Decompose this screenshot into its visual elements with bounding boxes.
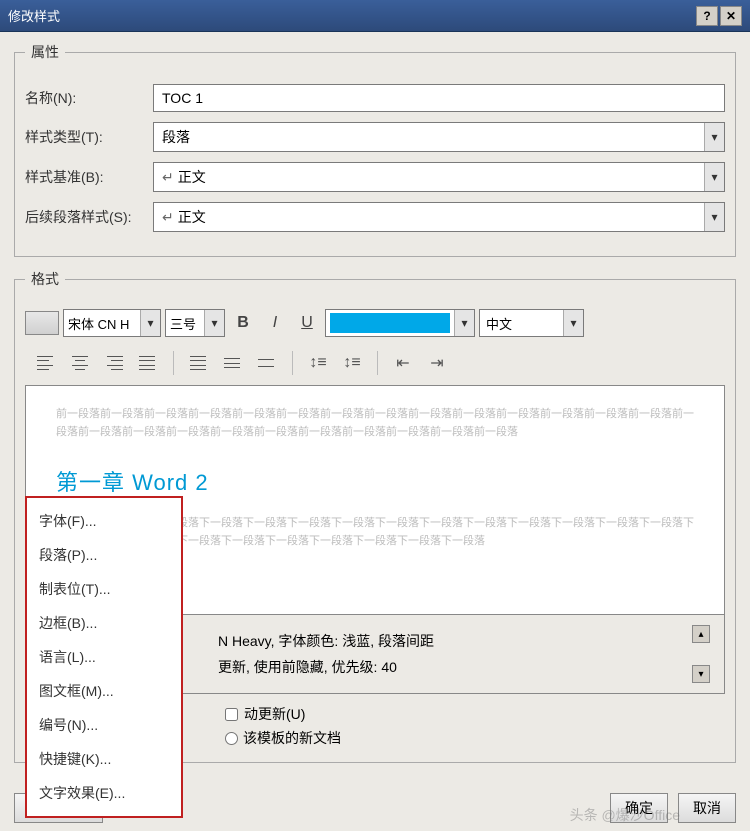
dropdown-icon[interactable] (704, 163, 724, 191)
dropdown-icon[interactable] (704, 203, 724, 231)
font-toolbar: 宋体 CN H 三号 B I U 中文 (25, 301, 725, 345)
preview-heading: 第一章 Word 2 (56, 465, 694, 497)
title-bar: 修改样式 ? ✕ (0, 0, 750, 32)
line-spacing-3-button[interactable] (254, 351, 280, 375)
scroll-down-button[interactable]: ▾ (692, 665, 710, 683)
font-size-select[interactable]: 三号 (165, 309, 225, 337)
menu-item-tabs[interactable]: 制表位(T)... (27, 572, 181, 606)
underline-button[interactable]: U (293, 309, 321, 337)
italic-button[interactable]: I (261, 309, 289, 337)
menu-item-numbering[interactable]: 编号(N)... (27, 708, 181, 742)
indent-increase-button[interactable]: ⇥ (424, 351, 450, 375)
style-based-select[interactable]: ↵正文 (153, 162, 725, 192)
dropdown-icon[interactable] (563, 310, 583, 336)
paragraph-toolbar: ↕≡ ↕≡ ⇤ ⇥ (25, 345, 725, 385)
window-title: 修改样式 (8, 6, 694, 25)
menu-item-font[interactable]: 字体(F)... (27, 504, 181, 538)
line-spacing-1-button[interactable] (186, 351, 212, 375)
dropdown-icon[interactable] (454, 310, 474, 336)
line-spacing-2-button[interactable] (220, 351, 246, 375)
name-label: 名称(N): (25, 88, 153, 108)
template-radio[interactable]: 该模板的新文档 (225, 728, 341, 748)
format-menu-popup: 字体(F)... 段落(P)... 制表位(T)... 边框(B)... 语言(… (25, 496, 183, 818)
scroll-up-button[interactable]: ▴ (692, 625, 710, 643)
dropdown-icon[interactable] (204, 310, 224, 336)
dropdown-icon[interactable] (140, 310, 160, 336)
properties-legend: 属性 (25, 42, 65, 62)
menu-item-frame[interactable]: 图文框(M)... (27, 674, 181, 708)
menu-item-border[interactable]: 边框(B)... (27, 606, 181, 640)
watermark: 头条 @爆沙Office (570, 805, 680, 825)
style-based-label: 样式基准(B): (25, 167, 153, 187)
menu-item-paragraph[interactable]: 段落(P)... (27, 538, 181, 572)
menu-item-shortcut[interactable]: 快捷键(K)... (27, 742, 181, 776)
close-button[interactable]: ✕ (720, 6, 742, 26)
language-select[interactable]: 中文 (479, 309, 584, 337)
help-button[interactable]: ? (696, 6, 718, 26)
style-type-label: 样式类型(T): (25, 127, 153, 147)
auto-update-checkbox[interactable] (225, 708, 238, 721)
space-before-button[interactable]: ↕≡ (305, 351, 331, 375)
align-left-button[interactable] (33, 351, 59, 375)
preview-filler-before: 前一段落前一段落前一段落前一段落前一段落前一段落前一段落前一段落前一段落前一段落… (56, 406, 694, 441)
color-swatch (330, 313, 450, 333)
bold-button[interactable]: B (229, 309, 257, 337)
desc-scrollbar[interactable]: ▴ ▾ (692, 625, 712, 683)
menu-item-language[interactable]: 语言(L)... (27, 640, 181, 674)
align-justify-button[interactable] (135, 351, 161, 375)
cancel-button[interactable]: 取消 (678, 793, 736, 823)
next-style-label: 后续段落样式(S): (25, 207, 153, 227)
space-after-button[interactable]: ↕≡ (339, 351, 365, 375)
style-type-select[interactable]: 段落 (153, 122, 725, 152)
font-name-select[interactable]: 宋体 CN H (63, 309, 161, 337)
align-right-button[interactable] (101, 351, 127, 375)
font-color-select[interactable] (325, 309, 475, 337)
next-style-select[interactable]: ↵正文 (153, 202, 725, 232)
indent-decrease-button[interactable]: ⇤ (390, 351, 416, 375)
dropdown-icon[interactable] (704, 123, 724, 151)
sample-swatch[interactable] (25, 311, 59, 335)
properties-group: 属性 名称(N): 样式类型(T): 段落 样式基准(B): ↵正文 后续段落样… (14, 42, 736, 257)
format-legend: 格式 (25, 269, 65, 289)
name-input[interactable] (153, 84, 725, 112)
align-center-button[interactable] (67, 351, 93, 375)
menu-item-texteffect[interactable]: 文字效果(E)... (27, 776, 181, 810)
